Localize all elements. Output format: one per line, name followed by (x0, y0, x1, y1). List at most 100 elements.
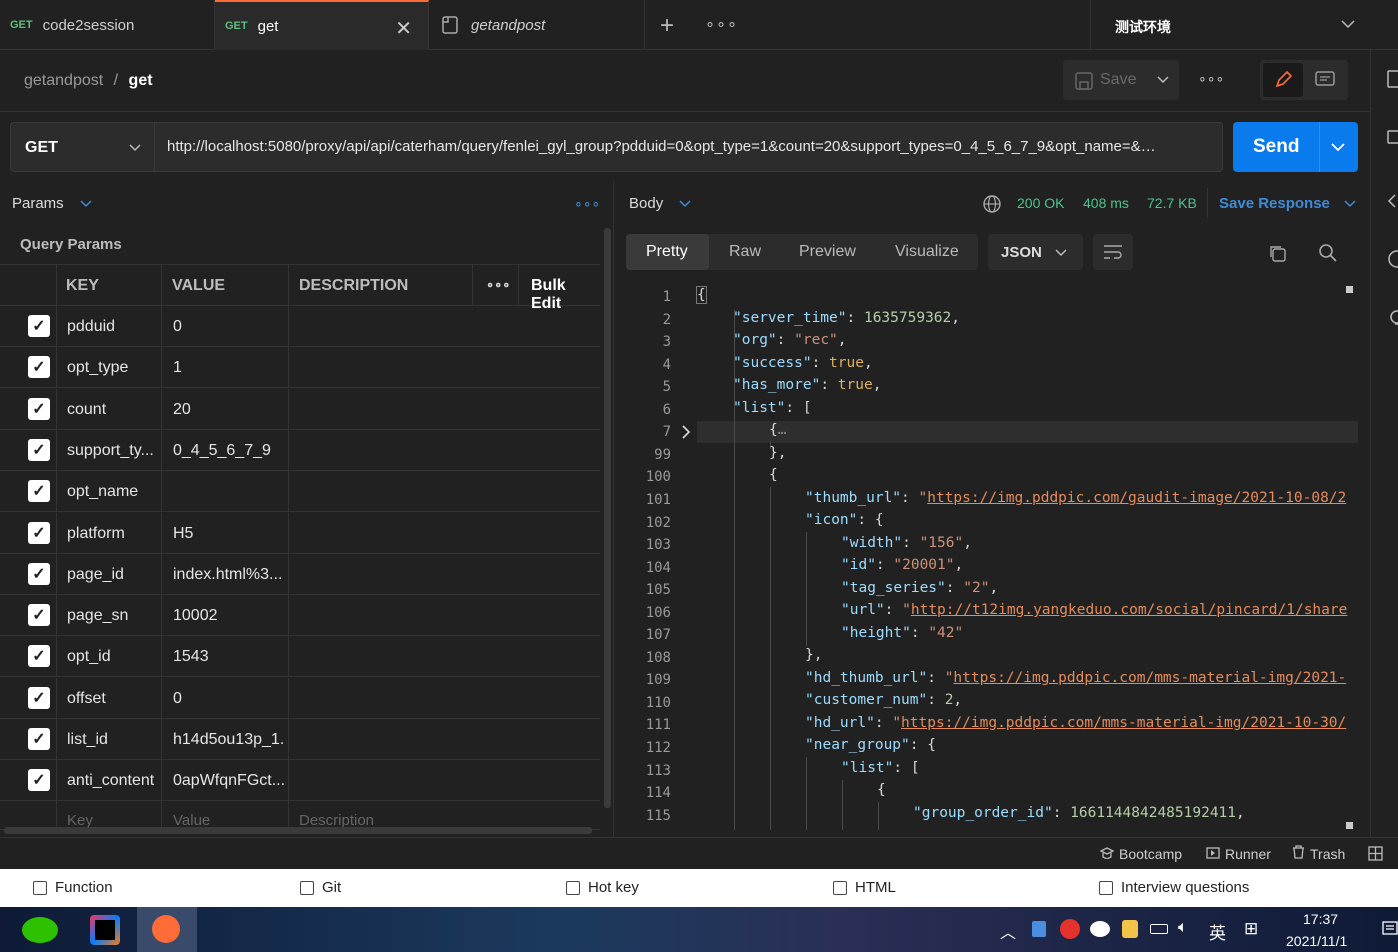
search-icon[interactable] (1319, 244, 1337, 262)
param-description[interactable] (299, 471, 469, 512)
edit-mode-button[interactable] (1263, 63, 1303, 97)
checkbox-html[interactable]: HTML (833, 879, 896, 896)
format-select[interactable]: JSON (988, 234, 1083, 270)
param-key[interactable]: pdduid (67, 306, 159, 347)
info-icon[interactable] (1387, 250, 1398, 268)
checkbox-function[interactable]: Function (33, 879, 113, 896)
response-time[interactable]: 408 ms (1083, 195, 1129, 211)
postman-taskbar-button[interactable] (137, 907, 197, 952)
url-input[interactable]: http://localhost:5080/proxy/api/api/cate… (155, 122, 1223, 172)
clock-date[interactable]: 2021/11/1 (1286, 933, 1347, 949)
qq-icon[interactable] (1122, 920, 1138, 938)
comment-icon[interactable] (1315, 71, 1335, 89)
param-value[interactable]: 0_4_5_6_7_9 (173, 430, 285, 471)
param-description[interactable] (299, 595, 469, 636)
param-description[interactable] (299, 306, 469, 347)
param-checkbox[interactable]: ✓ (28, 521, 50, 544)
param-key[interactable]: opt_id (67, 636, 159, 677)
param-key[interactable]: platform (67, 513, 159, 554)
params-tab[interactable]: Params (12, 195, 92, 212)
horizontal-scrollbar[interactable] (4, 827, 592, 834)
send-button[interactable]: Send (1233, 122, 1358, 172)
param-value[interactable]: 0 (173, 306, 285, 347)
param-key[interactable]: offset (67, 678, 159, 719)
param-value[interactable]: 20 (173, 389, 285, 430)
tab-visualize[interactable]: Visualize (895, 243, 959, 261)
param-checkbox[interactable]: ✓ (28, 397, 50, 420)
runner-button[interactable]: Runner (1206, 838, 1271, 870)
wrap-lines-button[interactable] (1093, 234, 1133, 270)
checkbox-git[interactable]: Git (300, 879, 341, 896)
more-icon[interactable]: ∘∘∘ (574, 195, 600, 212)
param-value[interactable]: H5 (173, 513, 285, 554)
more-icon[interactable]: ∘∘∘ (486, 277, 510, 293)
param-value[interactable]: index.html%3... (173, 554, 285, 595)
param-value[interactable]: 10002 (173, 595, 285, 636)
method-select[interactable]: GET (10, 122, 155, 172)
param-description[interactable] (299, 513, 469, 554)
tab-preview[interactable]: Preview (799, 243, 856, 261)
tab-pretty[interactable]: Pretty (626, 234, 709, 270)
status-code[interactable]: 200 OK (1017, 195, 1064, 211)
param-key[interactable]: page_id (67, 554, 159, 595)
close-icon[interactable]: ✕ (395, 16, 412, 41)
param-key[interactable]: opt_type (67, 347, 159, 388)
more-icon[interactable]: ∘∘∘ (1198, 70, 1224, 87)
wechat-icon[interactable] (22, 917, 58, 943)
param-checkbox[interactable]: ✓ (28, 480, 50, 503)
breadcrumb-parent[interactable]: getandpost (24, 72, 103, 89)
environment-select[interactable]: 测试环境 (1090, 0, 1370, 50)
intellij-icon[interactable] (90, 915, 120, 945)
body-tab[interactable]: Body (629, 195, 691, 212)
clock-time[interactable]: 17:37 (1303, 911, 1338, 927)
scroll-down-marker[interactable] (1346, 822, 1353, 829)
vertical-scrollbar[interactable] (604, 228, 611, 808)
param-checkbox[interactable]: ✓ (28, 562, 50, 585)
tab-code2session[interactable]: GET code2session (0, 0, 215, 50)
checkbox-interview-questions[interactable]: Interview questions (1099, 879, 1249, 896)
notification-icon[interactable] (1382, 921, 1398, 937)
more-icon[interactable]: ∘∘∘ (705, 14, 738, 34)
param-checkbox[interactable]: ✓ (28, 686, 50, 709)
chevron-right-icon[interactable] (680, 425, 692, 439)
param-value[interactable]: 1543 (173, 636, 285, 677)
save-response-button[interactable]: Save Response (1219, 195, 1356, 212)
param-value[interactable]: 1 (173, 347, 285, 388)
code-icon[interactable] (1387, 192, 1398, 210)
param-checkbox[interactable]: ✓ (28, 315, 50, 337)
param-value[interactable]: 0apWfqnFGct... (173, 760, 285, 801)
layout-icon[interactable] (1368, 846, 1383, 861)
lightbulb-icon[interactable] (1387, 310, 1398, 328)
documentation-icon[interactable] (1387, 70, 1398, 88)
param-value[interactable] (173, 471, 285, 512)
param-checkbox[interactable]: ✓ (28, 604, 50, 627)
tab-get[interactable]: GET get ✕ (215, 0, 429, 50)
param-key[interactable]: anti_content (67, 760, 159, 801)
copy-icon[interactable] (1268, 244, 1286, 262)
param-value[interactable]: 0 (173, 678, 285, 719)
volume-icon[interactable]: 🔈︎ (1178, 919, 1188, 937)
chevron-down-icon[interactable] (1331, 143, 1345, 152)
scroll-up-marker[interactable] (1346, 286, 1353, 293)
tab-raw[interactable]: Raw (729, 243, 761, 261)
param-checkbox[interactable]: ✓ (28, 356, 50, 379)
comment-icon[interactable] (1387, 130, 1398, 148)
plus-icon[interactable]: + (660, 12, 674, 40)
param-checkbox[interactable]: ✓ (28, 645, 50, 668)
chevron-up-icon[interactable]: ︿ (1000, 919, 1016, 943)
param-key[interactable]: support_ty... (67, 430, 159, 471)
chevron-down-icon[interactable] (1157, 76, 1169, 84)
save-button[interactable]: Save (1063, 60, 1179, 100)
param-description[interactable] (299, 347, 469, 388)
param-description[interactable] (299, 678, 469, 719)
param-description[interactable] (299, 430, 469, 471)
param-checkbox[interactable]: ✓ (28, 728, 50, 750)
netease-icon[interactable] (1060, 919, 1080, 939)
param-key[interactable]: opt_name (67, 471, 159, 512)
grid-icon[interactable]: ⊞ (1244, 919, 1258, 939)
param-description[interactable] (299, 760, 469, 801)
param-description[interactable] (299, 719, 469, 760)
app-tray-icon[interactable] (1032, 921, 1046, 937)
globe-icon[interactable] (983, 195, 1001, 213)
param-description[interactable] (299, 636, 469, 677)
